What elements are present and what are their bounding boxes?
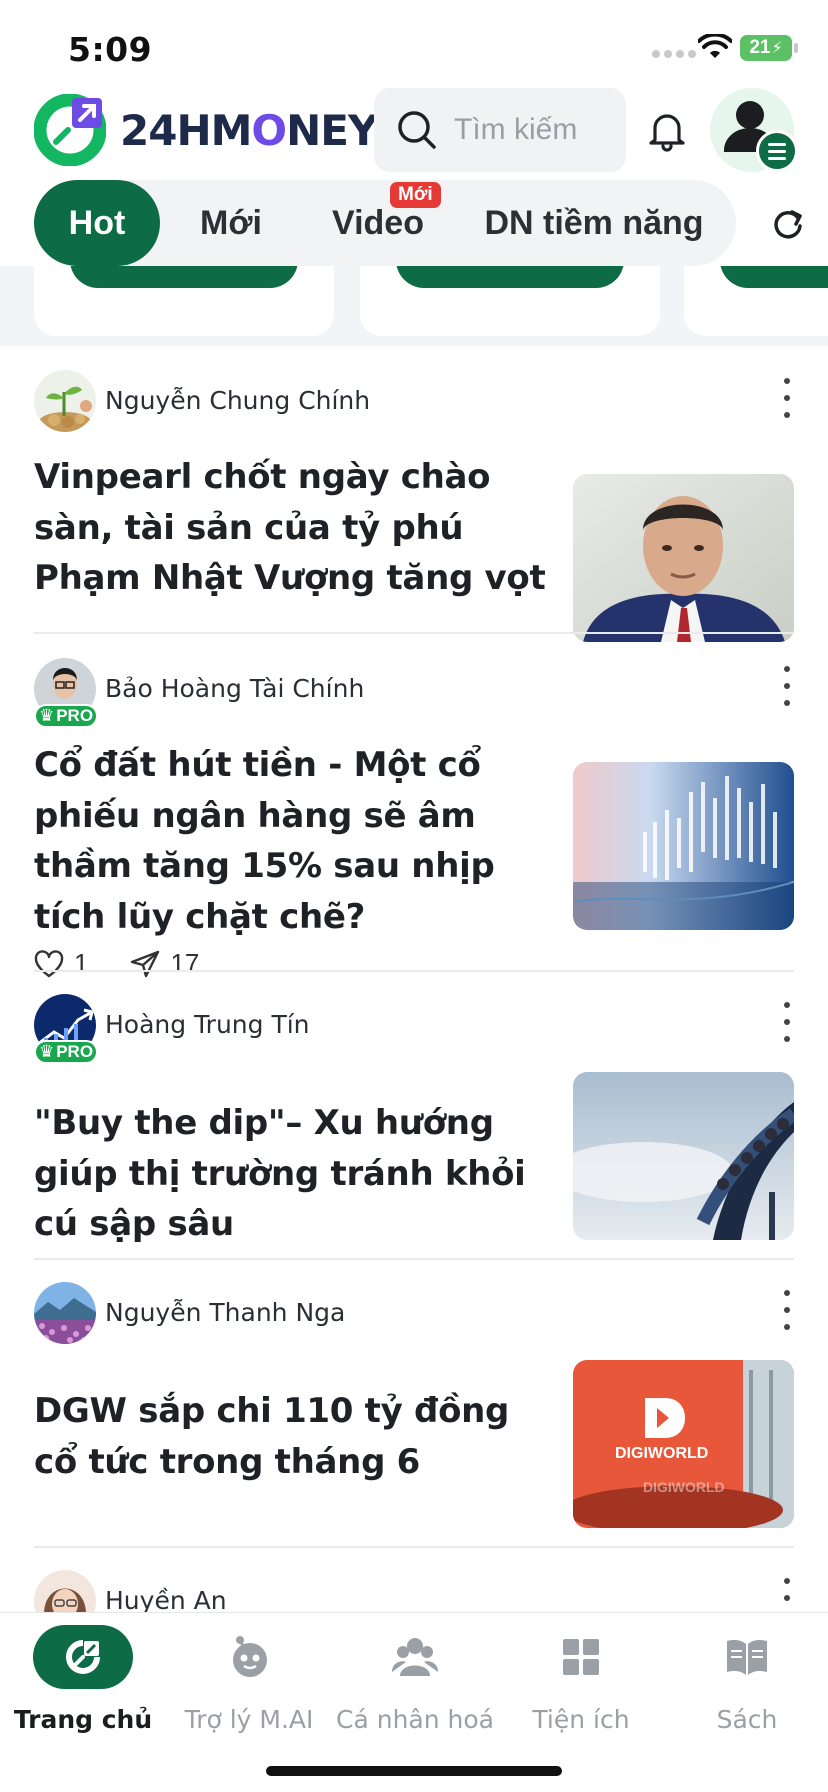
- article-thumbnail[interactable]: DIGIWORLD DIGIWORLD: [573, 1360, 794, 1528]
- user-avatar[interactable]: [710, 88, 798, 172]
- nav-tro-ly-mai[interactable]: Trợ lý M.AI: [166, 1613, 332, 1753]
- robot-icon: [233, 1636, 267, 1677]
- more-options-icon[interactable]: [780, 666, 794, 706]
- heart-icon: [34, 949, 64, 977]
- article-thumbnail[interactable]: [573, 762, 794, 930]
- crown-icon: ♛: [38, 706, 55, 725]
- article-thumbnail[interactable]: [573, 474, 794, 642]
- tab-moi[interactable]: Mới: [184, 180, 278, 266]
- author-name[interactable]: Bảo Hoàng Tài Chính: [105, 674, 364, 703]
- tab-dn-tiem-nang[interactable]: DN tiềm năng: [474, 180, 714, 266]
- article-title[interactable]: Cổ đất hút tiền - Một cổ phiếu ngân hàng…: [34, 740, 554, 942]
- battery-level: 21: [749, 37, 771, 58]
- send-icon: [131, 950, 160, 977]
- nav-tien-ich[interactable]: Tiện ích: [498, 1613, 664, 1753]
- carousel-strip: [0, 266, 828, 346]
- share-button[interactable]: 17: [130, 948, 199, 979]
- bell-icon[interactable]: [645, 108, 689, 152]
- author-avatar[interactable]: [34, 370, 96, 432]
- article-card[interactable]: ♛ PRO Hoàng Trung Tín "Buy the dip"– Xu h…: [34, 994, 794, 1248]
- tab-hot[interactable]: Hot: [34, 180, 160, 266]
- thumb-brand-text: DIGIWORLD: [615, 1445, 708, 1462]
- nav-label: Sách: [716, 1705, 778, 1734]
- status-bar: 5:09 21 ⚡: [0, 0, 828, 86]
- pro-badge: ♛ PRO: [34, 1040, 98, 1064]
- nav-label: Tiện ích: [532, 1705, 630, 1734]
- carousel-card[interactable]: [34, 266, 334, 336]
- people-icon: [392, 1638, 438, 1676]
- menu-icon[interactable]: [756, 130, 798, 172]
- article-card[interactable]: Nguyễn Thanh Nga DGW sắp chi 110 tỷ đồng…: [34, 1282, 794, 1536]
- thumb-brand-reflection: DIGIWORLD: [643, 1479, 725, 1495]
- author-name[interactable]: Hoàng Trung Tín: [105, 1010, 310, 1039]
- home-logo-icon: [66, 1639, 101, 1674]
- like-button[interactable]: 1: [34, 948, 88, 979]
- engagement-bar: 1 17: [34, 948, 233, 979]
- app-logo-icon[interactable]: [34, 94, 106, 166]
- divider: [34, 970, 794, 972]
- app-logo-text: 24HMONEY: [120, 106, 378, 155]
- more-options-icon[interactable]: [780, 378, 794, 418]
- article-title[interactable]: DGW sắp chi 110 tỷ đồng cổ tức trong thá…: [34, 1386, 554, 1487]
- crown-icon: ♛: [38, 1042, 55, 1061]
- status-time: 5:09: [68, 30, 153, 69]
- nav-ca-nhan-hoa[interactable]: Cá nhân hoá: [332, 1613, 498, 1753]
- wifi-icon: [698, 34, 732, 58]
- category-tabs: Hot Mới Video DN tiềm năng: [34, 180, 736, 266]
- author-name[interactable]: Huyền An: [105, 1586, 227, 1615]
- search-input[interactable]: [454, 113, 624, 147]
- article-title[interactable]: Vinpearl chốt ngày chào sàn, tài sản của…: [34, 452, 554, 604]
- article-card[interactable]: Nguyễn Chung Chính Vinpearl chốt ngày ch…: [34, 370, 794, 642]
- home-indicator: [266, 1766, 562, 1776]
- pro-badge: ♛ PRO: [34, 704, 98, 728]
- nav-label: Trang chủ: [13, 1705, 153, 1734]
- carousel-card[interactable]: [360, 266, 660, 336]
- article-card[interactable]: ♛ PRO Bảo Hoàng Tài Chính Cổ đất hút tiền…: [34, 658, 794, 978]
- more-options-icon[interactable]: [780, 1290, 794, 1330]
- refresh-icon[interactable]: [770, 206, 806, 242]
- new-badge: Mới: [390, 182, 441, 208]
- nav-sach[interactable]: Sách: [664, 1613, 828, 1753]
- app-header: 24HMONEY: [0, 86, 828, 178]
- cellular-signal-icon: [652, 50, 696, 58]
- article-title[interactable]: "Buy the dip"– Xu hướng giúp thị trường …: [34, 1098, 554, 1250]
- bottom-nav: Trang chủ Trợ lý M.AI Cá nhân hoá Tiện í…: [0, 1612, 828, 1792]
- nav-trang-chu[interactable]: Trang chủ: [0, 1613, 166, 1753]
- divider: [34, 1546, 794, 1548]
- author-name[interactable]: Nguyễn Chung Chính: [105, 386, 370, 415]
- book-icon: [727, 1640, 767, 1675]
- nav-label: Trợ lý M.AI: [184, 1705, 314, 1734]
- carousel-card[interactable]: [684, 266, 828, 336]
- like-count: 1: [74, 948, 89, 978]
- author-name[interactable]: Nguyễn Thanh Nga: [105, 1298, 345, 1327]
- grid-icon: [563, 1639, 599, 1675]
- divider: [34, 632, 794, 634]
- nav-label: Cá nhân hoá: [336, 1705, 494, 1734]
- article-thumbnail[interactable]: [573, 1072, 794, 1240]
- divider: [34, 1258, 794, 1260]
- search-icon: [398, 111, 436, 149]
- search-bar[interactable]: [374, 88, 626, 172]
- author-avatar[interactable]: [34, 1282, 96, 1344]
- more-options-icon[interactable]: [780, 1002, 794, 1042]
- battery-icon: 21 ⚡: [740, 35, 798, 61]
- share-count: 17: [170, 948, 200, 978]
